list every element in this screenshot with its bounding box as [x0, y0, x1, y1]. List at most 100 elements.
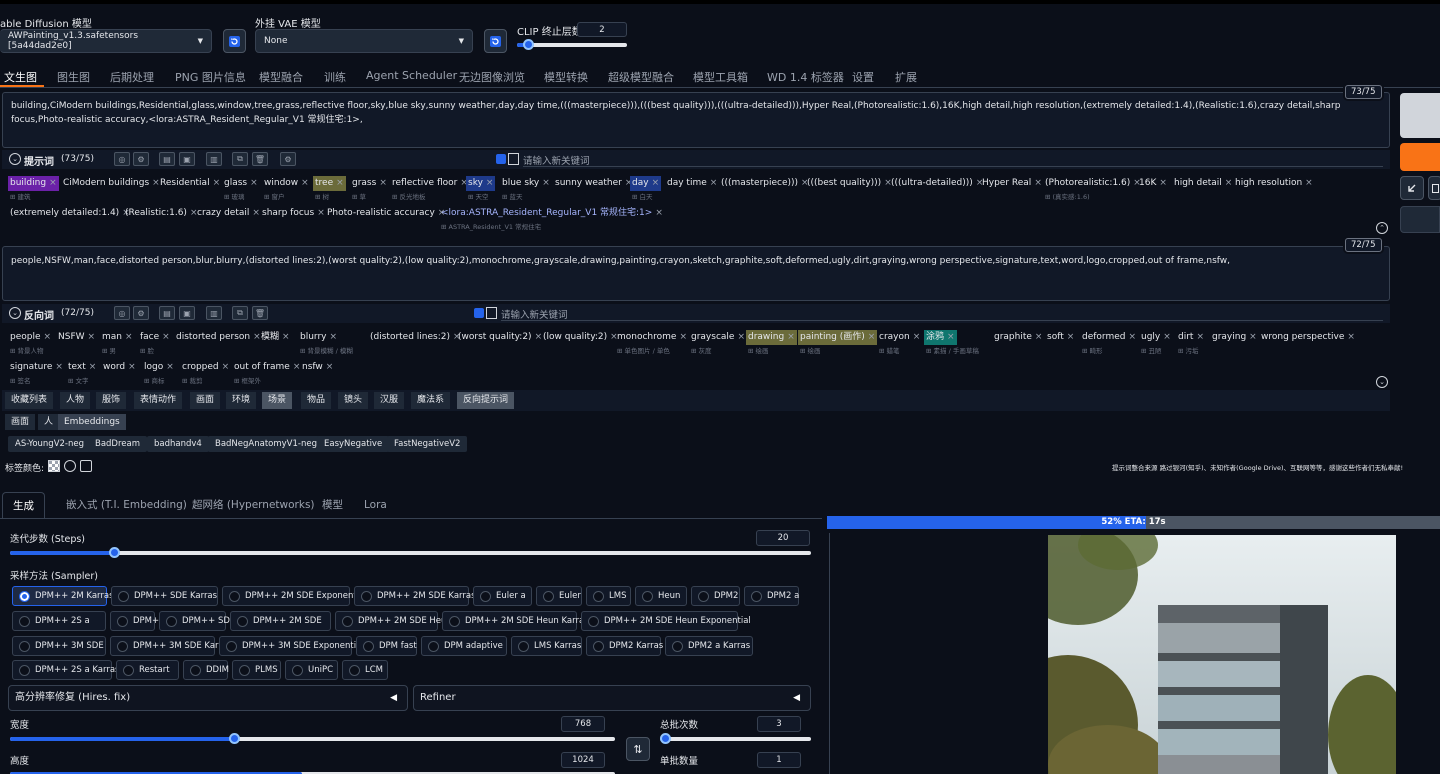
category-tab[interactable]: 镜头: [338, 392, 369, 409]
prompt-tag[interactable]: Hyper Real ×: [980, 176, 1044, 191]
sampler-option[interactable]: DPM++ 2M SDE Exponential: [222, 586, 367, 606]
category-tab[interactable]: 人物: [60, 392, 91, 409]
toolbar-icon-4[interactable]: ▥: [206, 306, 222, 320]
toolbar-icon-3[interactable]: ▣: [179, 306, 195, 320]
prompt-tag[interactable]: Residential ×: [158, 176, 222, 191]
color-swatch[interactable]: [48, 460, 60, 472]
toolbar-icon-1[interactable]: ⚙: [133, 152, 149, 166]
embedding-chip[interactable]: EasyNegative: [317, 436, 390, 452]
interrupt-button[interactable]: [1400, 93, 1440, 138]
negative-tag[interactable]: 模糊 ×: [259, 330, 292, 345]
sampler-option[interactable]: DPM++ 3M SDE Exponential: [219, 636, 364, 656]
sampler-option[interactable]: DPM++ 2M SDE: [230, 611, 331, 631]
prompt-tag[interactable]: sunny weather ×: [553, 176, 634, 191]
category-tab[interactable]: 表情动作: [134, 392, 183, 409]
height-input[interactable]: 1024: [561, 752, 605, 768]
negative-keyword-checkbox[interactable]: [474, 308, 484, 318]
negative-tag[interactable]: deformed ×: [1080, 330, 1138, 345]
remove-tag-icon[interactable]: ×: [710, 178, 718, 188]
prompt-tag[interactable]: 16K ×: [1137, 176, 1169, 191]
remove-tag-icon[interactable]: ×: [89, 362, 97, 372]
negative-tag[interactable]: painting (画作) ×: [798, 330, 878, 345]
toolbar-icon-4[interactable]: ▥: [206, 152, 222, 166]
remove-tag-icon[interactable]: ×: [655, 208, 663, 218]
remove-tag-icon[interactable]: ×: [652, 178, 660, 188]
subcategory-tab[interactable]: 人: [38, 414, 60, 430]
output-image[interactable]: [1048, 535, 1396, 774]
remove-tag-icon[interactable]: ×: [1128, 332, 1136, 342]
prompt-tag[interactable]: sky ×: [466, 176, 496, 191]
remove-tag-icon[interactable]: ×: [336, 178, 344, 188]
vae-select[interactable]: None ▼: [255, 29, 473, 53]
prompt-tag[interactable]: (Realistic:1.6) ×: [123, 206, 199, 221]
sampler-option[interactable]: DPM++ SDE: [159, 611, 235, 631]
sampler-option[interactable]: DPM++ 3M SDE Karras: [110, 636, 232, 656]
prompt-tag[interactable]: (((ultra-detailed))) ×: [889, 176, 985, 191]
negative-tag[interactable]: NSFW ×: [56, 330, 97, 345]
prompt-keyword-checkbox[interactable]: [496, 154, 506, 164]
toolbar-icon-5[interactable]: ⧉: [232, 306, 248, 320]
gen-tab-4[interactable]: Lora: [354, 492, 397, 519]
sampler-option[interactable]: DPM++ SDE Karras: [111, 586, 218, 606]
sd-model-select[interactable]: AWPainting_v1.3.safetensors [5a44dad2e0]…: [0, 29, 212, 53]
sampler-option[interactable]: DPM++ 2M: [110, 611, 182, 631]
negative-new-keyword-input[interactable]: 请输入新关键词: [501, 307, 1383, 321]
negative-tag[interactable]: wrong perspective ×: [1259, 330, 1357, 345]
remove-tag-icon[interactable]: ×: [1163, 332, 1171, 342]
remove-tag-icon[interactable]: ×: [679, 332, 687, 342]
sampler-option[interactable]: LCM: [342, 660, 388, 680]
remove-tag-icon[interactable]: ×: [162, 332, 170, 342]
sampler-option[interactable]: DPM++ 2M SDE Heun: [335, 611, 452, 631]
negative-tag[interactable]: grayscale ×: [689, 330, 747, 345]
gen-tab-2[interactable]: 超网络 (Hypernetworks): [182, 492, 325, 519]
prompt-tag[interactable]: high resolution ×: [1233, 176, 1315, 191]
category-tab[interactable]: 收藏列表: [5, 392, 54, 409]
negative-tag[interactable]: (low quality:2) ×: [541, 330, 620, 345]
remove-tag-icon[interactable]: ×: [326, 362, 334, 372]
embedding-chip[interactable]: badhandv4: [147, 436, 209, 452]
prompt-tag[interactable]: (((best quality))) ×: [805, 176, 894, 191]
negative-tag[interactable]: nsfw ×: [300, 360, 335, 375]
sampler-option[interactable]: Restart: [116, 660, 179, 680]
sampler-option[interactable]: DPM++ 2S a Karras: [12, 660, 119, 680]
negative-tag[interactable]: (distorted lines:2) ×: [368, 330, 463, 345]
sampler-option[interactable]: DPM++ 2M SDE Heun Karras: [442, 611, 589, 631]
styles-select[interactable]: [1400, 206, 1440, 233]
prompt-tag[interactable]: blue sky ×: [500, 176, 552, 191]
lock-color-icon[interactable]: [80, 460, 92, 472]
category-tab[interactable]: 汉服: [374, 392, 405, 409]
tab-10[interactable]: 模型工具箱: [693, 69, 748, 85]
gen-tab-1[interactable]: 嵌入式 (T.I. Embedding): [56, 492, 197, 519]
prompt-tag[interactable]: <lora:ASTRA_Resident_Regular_V1 常规住宅:1> ×: [439, 206, 665, 221]
tab-11[interactable]: WD 1.4 标签器: [767, 69, 844, 85]
remove-tag-icon[interactable]: ×: [44, 332, 52, 342]
remove-tag-icon[interactable]: ×: [913, 332, 921, 342]
sampler-option[interactable]: DDIM: [183, 660, 229, 680]
embedding-chip[interactable]: FastNegativeV2: [387, 436, 468, 452]
sampler-option[interactable]: DPM++ 2M SDE Karras: [354, 586, 476, 606]
negative-tag[interactable]: graying ×: [1210, 330, 1259, 345]
prompt-textarea[interactable]: building,CiModern buildings,Residential,…: [2, 92, 1390, 148]
negative-tag[interactable]: face ×: [138, 330, 172, 345]
generate-button[interactable]: [1400, 143, 1440, 171]
collapse-up-icon[interactable]: ⌃: [1376, 222, 1388, 234]
refresh-vae-button[interactable]: [484, 29, 507, 53]
tab-2[interactable]: 后期处理: [110, 69, 154, 85]
clip-skip-slider[interactable]: [517, 39, 627, 50]
prompt-tag[interactable]: CiModern buildings ×: [61, 176, 162, 191]
negative-tag[interactable]: 涂鸦 ×: [924, 330, 957, 345]
clip-skip-input[interactable]: 2: [577, 22, 627, 37]
prompt-tag[interactable]: crazy detail ×: [195, 206, 262, 221]
prompt-tag[interactable]: building ×: [8, 176, 59, 191]
toolbar-icon-1[interactable]: ⚙: [133, 306, 149, 320]
sampler-option[interactable]: DPM adaptive: [421, 636, 507, 656]
category-tab[interactable]: 反向提示词: [457, 392, 515, 409]
sampler-option[interactable]: LMS Karras: [511, 636, 582, 656]
gen-tab-0[interactable]: 生成: [2, 492, 45, 519]
tab-4[interactable]: 模型融合: [259, 69, 303, 85]
remove-tag-icon[interactable]: ×: [1249, 332, 1257, 342]
remove-tag-icon[interactable]: ×: [787, 332, 795, 342]
remove-tag-icon[interactable]: ×: [486, 178, 494, 188]
remove-tag-icon[interactable]: ×: [1034, 178, 1042, 188]
sampler-option[interactable]: Heun: [635, 586, 687, 606]
